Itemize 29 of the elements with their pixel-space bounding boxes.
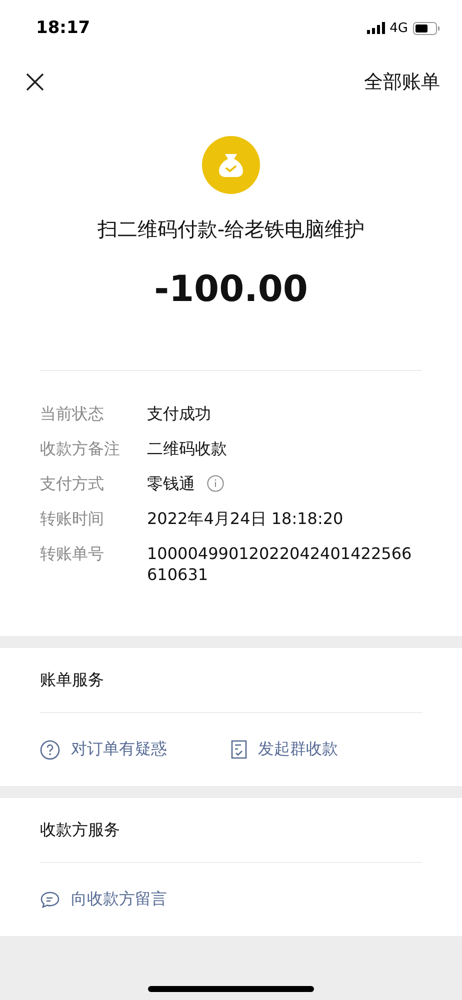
detail-value: 2022年4月24日 18:18:20: [147, 508, 344, 529]
battery-icon: [413, 22, 440, 34]
payment-title: 扫二维码付款-给老铁电脑维护: [97, 216, 365, 243]
signal-icon: [366, 22, 385, 34]
service-link[interactable]: 对订单有疑惑: [40, 739, 231, 760]
detail-label: 收款方备注: [40, 438, 121, 459]
service-link[interactable]: 发起群收款: [231, 739, 422, 760]
section-title: 收款方服务: [40, 798, 422, 863]
network-label: 4G: [390, 20, 408, 36]
detail-value: 支付成功: [147, 403, 211, 424]
info-icon[interactable]: [207, 475, 224, 492]
close-button[interactable]: [24, 71, 46, 93]
detail-value: 610631: [147, 564, 210, 585]
status-time: 18:17: [36, 18, 90, 38]
chat-bubble-icon: [40, 890, 60, 908]
receipt-icon: [231, 740, 247, 759]
detail-label: 支付方式: [40, 473, 105, 494]
detail-label: 当前状态: [40, 403, 105, 424]
detail-label: 转账时间: [40, 508, 105, 529]
service-link[interactable]: 向收款方留言: [40, 889, 245, 910]
section-title: 账单服务: [40, 648, 422, 713]
detail-label: 转账单号: [40, 543, 105, 565]
help-icon: [40, 740, 60, 760]
all-bills-link[interactable]: 全部账单: [364, 69, 440, 95]
money-bag-icon: [202, 136, 260, 194]
detail-value: 10000499012022042401422566: [147, 543, 412, 564]
detail-value: 二维码收款: [147, 438, 227, 459]
payment-amount: -100.00: [154, 269, 308, 310]
detail-value: 零钱通: [147, 473, 195, 494]
